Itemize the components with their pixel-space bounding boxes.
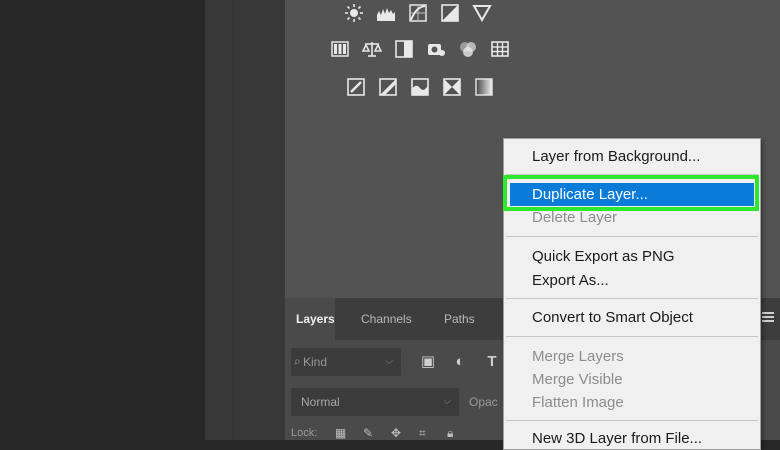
- tab-paths[interactable]: Paths: [434, 298, 485, 340]
- adjustments-row-3: [346, 77, 494, 97]
- menu-item-new-3d-layer[interactable]: New 3D Layer from File...: [504, 427, 760, 450]
- workspace-background: [0, 0, 205, 440]
- exposure-icon[interactable]: [440, 3, 460, 23]
- selective-color-icon[interactable]: [442, 77, 462, 97]
- filter-kind-label: Kind: [303, 355, 328, 369]
- chevron-down-icon: ⌵: [443, 396, 451, 407]
- lock-artboard-icon[interactable]: ⌗: [419, 426, 433, 440]
- black-white-icon[interactable]: [394, 39, 414, 59]
- menu-item-merge-layers[interactable]: Merge Layers: [504, 345, 760, 368]
- adjustments-row-1: [344, 3, 492, 23]
- menu-item-quick-export-png[interactable]: Quick Export as PNG: [504, 245, 760, 268]
- tab-layers[interactable]: Layers: [285, 298, 335, 340]
- lock-pixels-icon[interactable]: ▦: [335, 426, 349, 440]
- menu-separator: [506, 336, 758, 337]
- threshold-icon[interactable]: [410, 77, 430, 97]
- lock-label: Lock:: [291, 427, 318, 439]
- search-icon: ⌕: [294, 354, 301, 368]
- type-filter-icon[interactable]: T: [483, 352, 501, 370]
- adjustment-filter-icon[interactable]: ◐: [451, 352, 469, 370]
- gradient-map-icon[interactable]: [474, 77, 494, 97]
- menu-item-layer-from-background[interactable]: Layer from Background...: [504, 145, 760, 168]
- color-balance-icon[interactable]: [362, 39, 382, 59]
- posterize-icon[interactable]: [378, 77, 398, 97]
- menu-item-convert-smart-object[interactable]: Convert to Smart Object: [504, 306, 760, 329]
- photo-filter-icon[interactable]: [426, 39, 446, 59]
- channel-mixer-icon[interactable]: [458, 39, 478, 59]
- invert-icon[interactable]: [346, 77, 366, 97]
- menu-separator: [506, 420, 758, 421]
- tool-panel-strip: [205, 0, 285, 440]
- chevron-down-icon: ⌵: [385, 356, 393, 367]
- pixel-filter-icon[interactable]: ▣: [419, 352, 437, 370]
- curves-icon[interactable]: [408, 3, 428, 23]
- opacity-label: Opac: [469, 395, 498, 409]
- menu-item-export-as[interactable]: Export As...: [504, 269, 760, 292]
- menu-item-flatten-image[interactable]: Flatten Image: [504, 391, 760, 414]
- lock-brush-icon[interactable]: ✎: [363, 426, 377, 440]
- panel-menu-icon[interactable]: [762, 312, 774, 324]
- brightness-contrast-icon[interactable]: [344, 3, 364, 23]
- blend-mode-value: Normal: [301, 395, 340, 409]
- adjustments-row-2: [330, 39, 510, 59]
- color-lookup-icon[interactable]: [490, 39, 510, 59]
- menu-separator: [506, 236, 758, 237]
- blend-mode-dropdown[interactable]: Normal ⌵: [291, 388, 459, 416]
- gradient-triangle-icon[interactable]: [472, 3, 492, 23]
- menu-item-merge-visible[interactable]: Merge Visible: [504, 368, 760, 391]
- lock-all-icon[interactable]: 🔒︎: [447, 426, 461, 440]
- layer-filter-dropdown[interactable]: ⌕ Kind ⌵: [291, 348, 401, 376]
- tab-channels[interactable]: Channels: [351, 298, 422, 340]
- layer-filter-icons: ▣ ◐ T: [419, 352, 501, 371]
- vibrance-icon[interactable]: [330, 39, 350, 59]
- lock-position-icon[interactable]: ✥: [391, 426, 405, 440]
- highlight-annotation-box: [503, 175, 759, 211]
- levels-icon[interactable]: [376, 3, 396, 23]
- lock-row: Lock: ▦ ✎ ✥ ⌗ 🔒︎: [291, 426, 461, 440]
- menu-separator: [506, 298, 758, 299]
- panel-divider: [232, 0, 234, 440]
